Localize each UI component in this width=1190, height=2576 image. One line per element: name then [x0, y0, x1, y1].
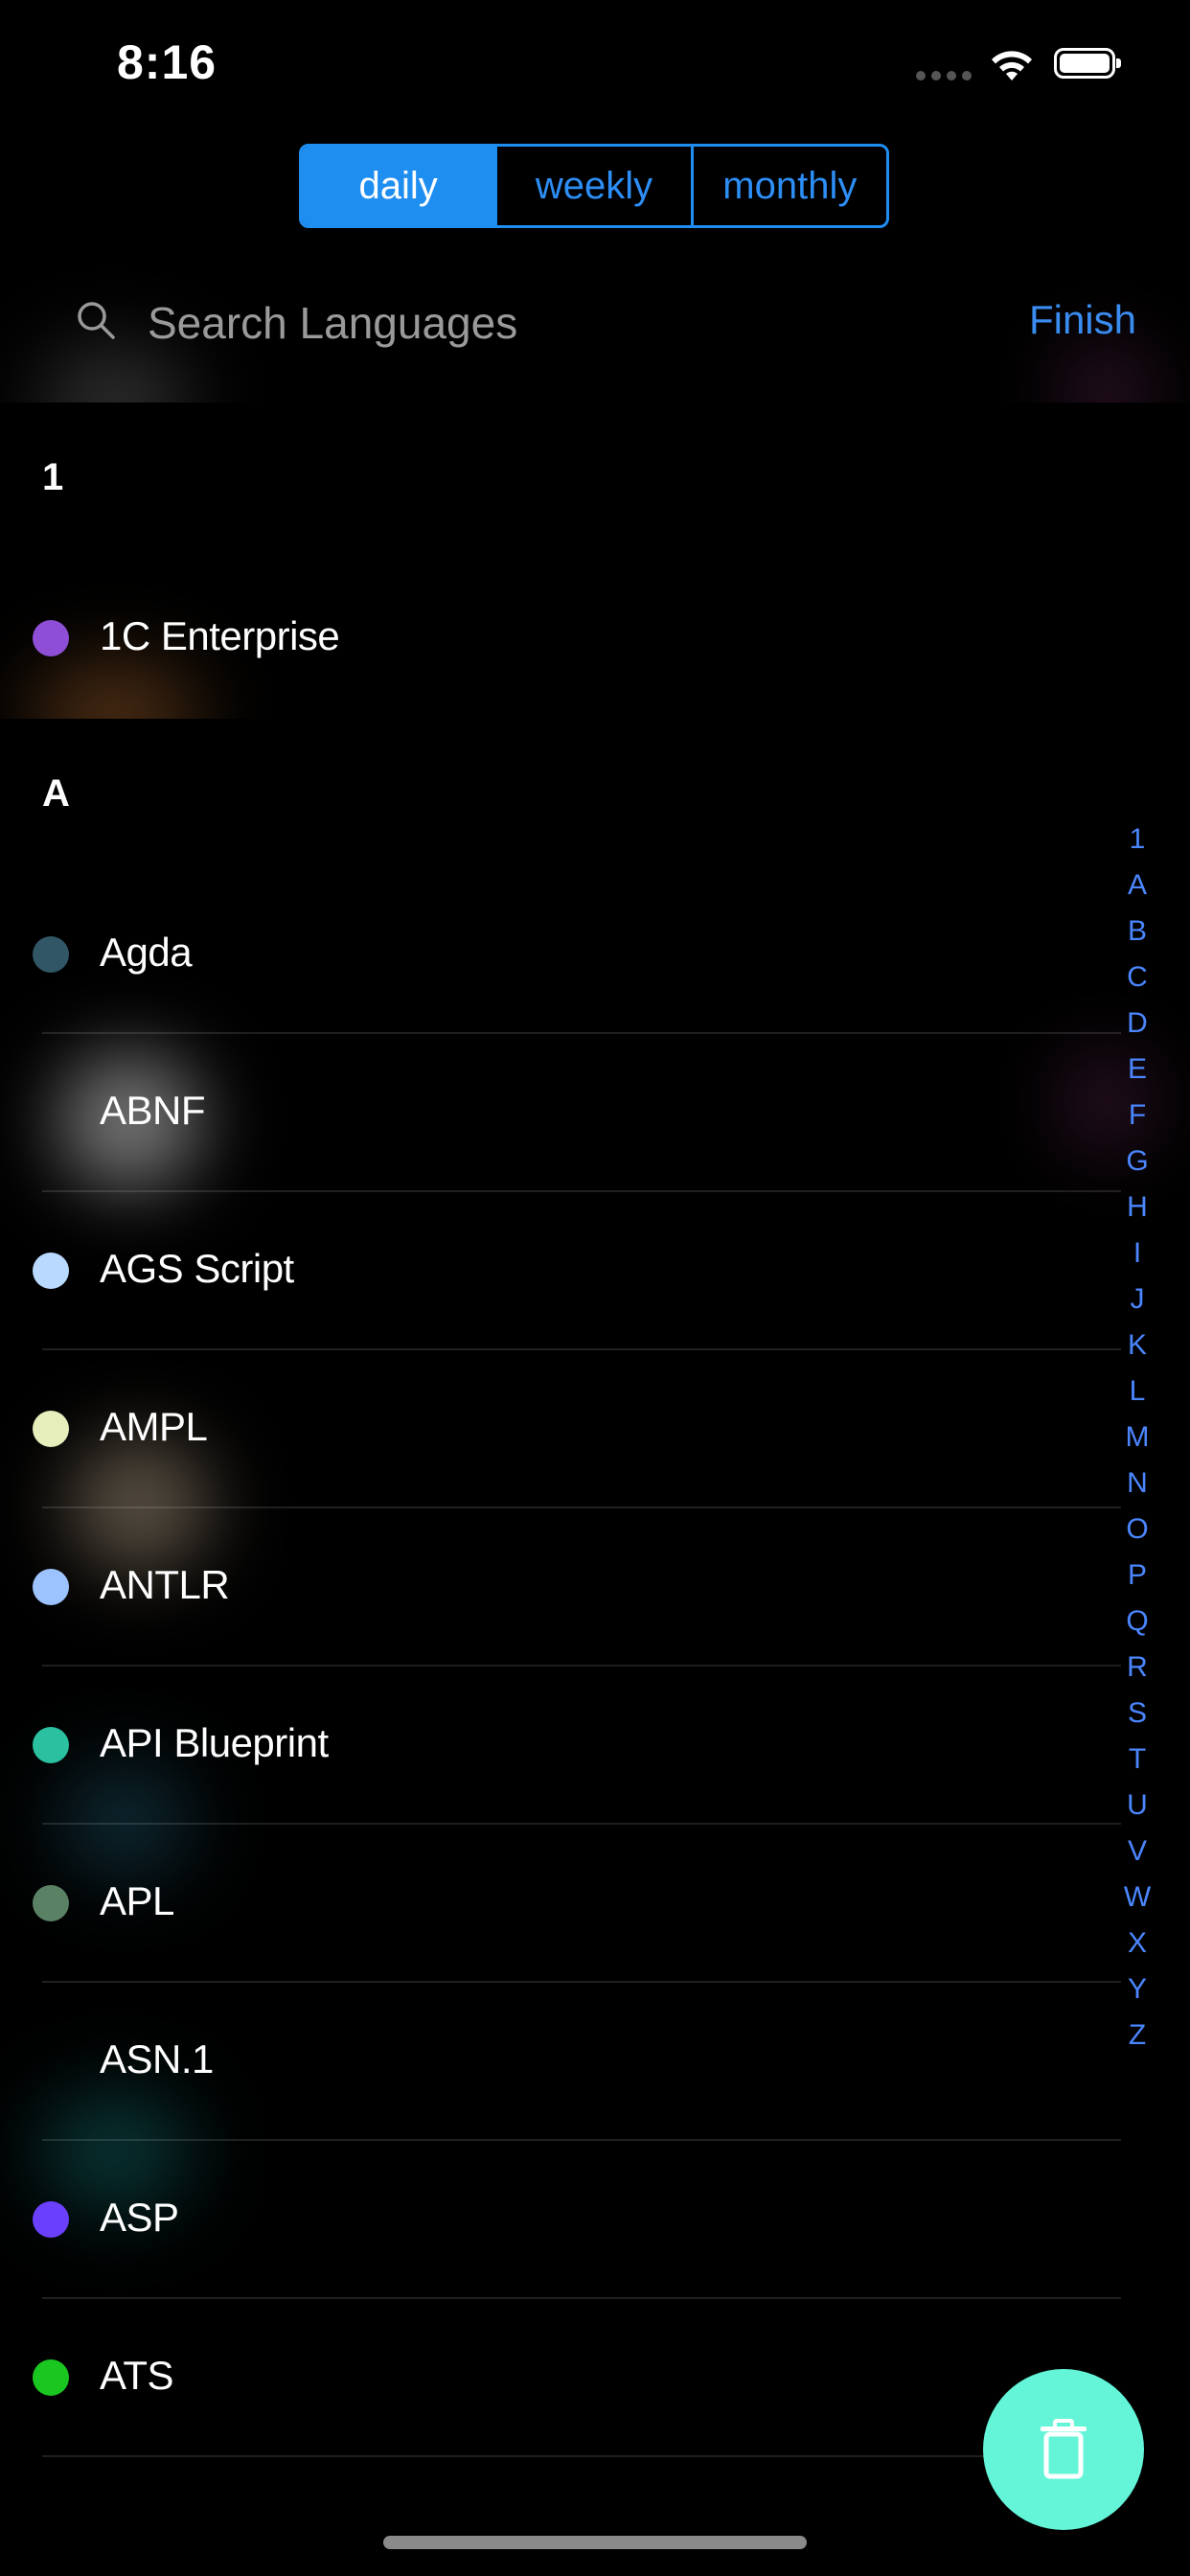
language-row[interactable]: 1C Enterprise	[0, 560, 1121, 718]
language-row[interactable]: ABNF	[0, 1034, 1121, 1192]
language-color-dot	[33, 620, 69, 656]
language-name: ASN.1	[100, 2036, 214, 2082]
segment-daily[interactable]: daily	[302, 147, 498, 225]
section-header-a: A	[0, 719, 1190, 876]
index-letter[interactable]: J	[1113, 1276, 1161, 1322]
language-name: ASP	[100, 2195, 179, 2240]
index-letter[interactable]: E	[1113, 1046, 1161, 1092]
section-title: A	[42, 772, 70, 815]
language-row[interactable]: Agda	[0, 876, 1121, 1034]
index-letter[interactable]: Q	[1113, 1598, 1161, 1644]
index-letter[interactable]: Z	[1113, 2012, 1161, 2058]
index-letter[interactable]: H	[1113, 1184, 1161, 1230]
index-letter[interactable]: U	[1113, 1782, 1161, 1828]
language-row[interactable]: API Blueprint	[0, 1667, 1121, 1825]
search-bar: Search Languages Finish	[0, 259, 1190, 383]
search-input[interactable]: Search Languages	[148, 297, 517, 349]
index-letter[interactable]: X	[1113, 1920, 1161, 1966]
language-color-dot	[33, 1885, 69, 1921]
language-name: AMPL	[100, 1404, 208, 1449]
screen: 8:16 daily weekly monthly Search Languag…	[0, 0, 1190, 2576]
language-row[interactable]: AGS Script	[0, 1192, 1121, 1350]
section-header-1: 1	[0, 402, 1190, 560]
battery-icon	[1054, 48, 1121, 79]
index-letter[interactable]: M	[1113, 1414, 1161, 1460]
language-row[interactable]: ANTLR	[0, 1508, 1121, 1667]
section-index-bar[interactable]: 1ABCDEFGHIJKLMNOPQRSTUVWXYZ	[1113, 816, 1161, 2058]
index-letter[interactable]: O	[1113, 1506, 1161, 1552]
language-name: ABNF	[100, 1088, 206, 1133]
row-separator	[42, 2455, 1121, 2457]
index-letter[interactable]: S	[1113, 1690, 1161, 1736]
index-letter[interactable]: I	[1113, 1230, 1161, 1276]
index-letter[interactable]: K	[1113, 1322, 1161, 1368]
language-color-dot	[33, 2201, 69, 2238]
language-name: ANTLR	[100, 1562, 230, 1607]
index-letter[interactable]: T	[1113, 1736, 1161, 1782]
language-name: APL	[100, 1878, 174, 1923]
language-name: Agda	[100, 930, 193, 975]
index-letter[interactable]: F	[1113, 1092, 1161, 1138]
language-name: 1C Enterprise	[100, 613, 340, 658]
delete-button[interactable]	[983, 2369, 1144, 2530]
segment-monthly[interactable]: monthly	[694, 147, 886, 225]
language-row[interactable]: ATS	[0, 2299, 1121, 2457]
index-letter[interactable]: N	[1113, 1460, 1161, 1506]
language-color-dot	[33, 1411, 69, 1447]
language-row[interactable]: APL	[0, 1825, 1121, 1983]
language-color-dot	[33, 1569, 69, 1605]
language-color-dot	[33, 936, 69, 973]
home-indicator	[383, 2536, 807, 2549]
language-name: API Blueprint	[100, 1720, 329, 1765]
wifi-icon	[992, 51, 1032, 80]
language-color-dot	[33, 1253, 69, 1289]
index-letter[interactable]: C	[1113, 954, 1161, 1000]
index-letter[interactable]: P	[1113, 1552, 1161, 1598]
status-bar: 8:16	[0, 0, 1190, 134]
language-row[interactable]: ASN.1	[0, 1983, 1121, 2141]
status-time: 8:16	[117, 35, 217, 89]
index-letter[interactable]: G	[1113, 1138, 1161, 1184]
language-row[interactable]: ASP	[0, 2141, 1121, 2299]
index-letter[interactable]: R	[1113, 1644, 1161, 1690]
index-letter[interactable]: Y	[1113, 1966, 1161, 2012]
period-segmented-control: daily weekly monthly	[299, 144, 889, 228]
language-row[interactable]: AMPL	[0, 1350, 1121, 1508]
language-name: AGS Script	[100, 1246, 294, 1291]
search-icon	[78, 302, 115, 339]
index-letter[interactable]: V	[1113, 1828, 1161, 1874]
index-letter[interactable]: L	[1113, 1368, 1161, 1414]
index-letter[interactable]: 1	[1113, 816, 1161, 862]
index-letter[interactable]: A	[1113, 862, 1161, 908]
index-letter[interactable]: W	[1113, 1874, 1161, 1920]
finish-button[interactable]: Finish	[1029, 297, 1136, 343]
language-color-dot	[33, 2359, 69, 2396]
section-title: 1	[42, 456, 64, 498]
language-name: ATS	[100, 2353, 174, 2398]
cellular-signal-icon	[916, 71, 972, 80]
index-letter[interactable]: B	[1113, 908, 1161, 954]
index-letter[interactable]: D	[1113, 1000, 1161, 1046]
segment-weekly[interactable]: weekly	[497, 147, 694, 225]
trash-icon	[1041, 2419, 1087, 2479]
language-color-dot	[33, 1727, 69, 1763]
